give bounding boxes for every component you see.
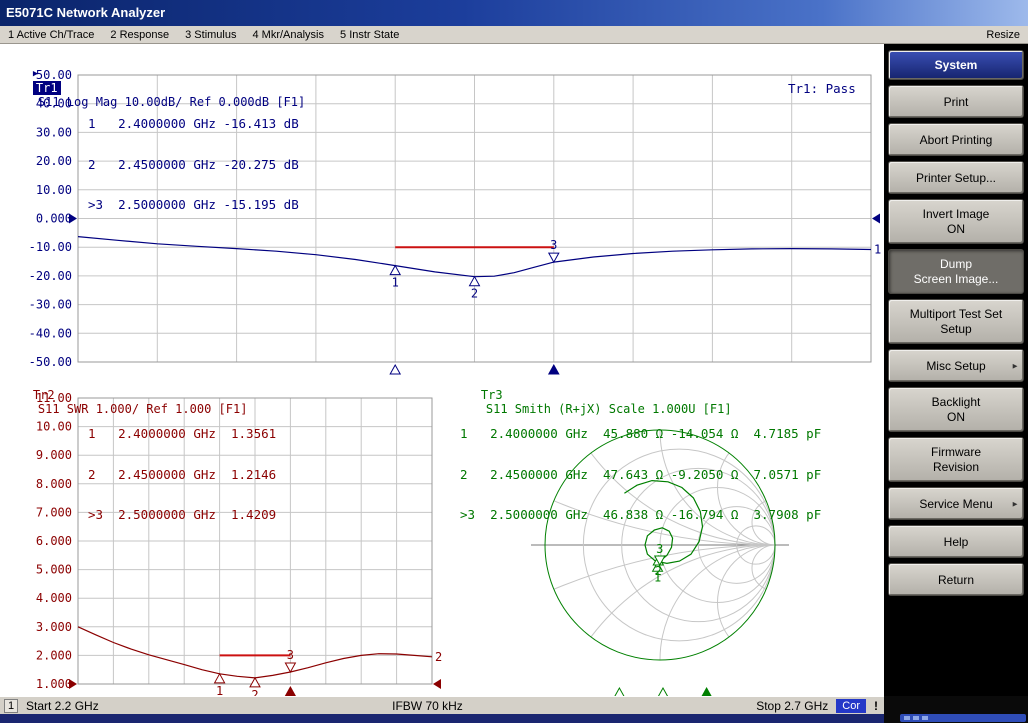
tr3-marker-line-2: 2 2.4500000 GHz 47.643 Ω -9.2050 Ω 7.057… <box>460 468 821 482</box>
softkey-service-menu[interactable]: Service Menu ► <box>888 487 1024 520</box>
stop-frequency: Stop 2.7 GHz <box>756 699 828 713</box>
tr2-stimulus-marker <box>285 687 295 696</box>
softkey-backlight[interactable]: Backlight ON <box>888 387 1024 432</box>
softkey-help[interactable]: Help <box>888 525 1024 558</box>
tr1-ytick: 30.00 <box>36 125 72 139</box>
menu-item-response[interactable]: 2 Response <box>110 29 169 41</box>
tr1-ytick: -50.00 <box>29 355 72 369</box>
invert-image-state: ON <box>947 222 965 236</box>
softkey-print[interactable]: Print <box>888 85 1024 118</box>
tr1-marker-line-1: 1 2.4000000 GHz -16.413 dB <box>88 117 299 131</box>
softkey-return[interactable]: Return <box>888 563 1024 596</box>
tr3-marker-line-3: >3 2.5000000 GHz 46.838 Ω -16.794 Ω 3.79… <box>460 508 821 522</box>
softkey-abort-printing[interactable]: Abort Printing <box>888 123 1024 156</box>
tr1-marker-line-2: 2 2.4500000 GHz -20.275 dB <box>88 158 299 172</box>
tr2-trace-number: 2 <box>435 650 442 664</box>
tr1-marker-readout: 1 2.4000000 GHz -16.413 dB 2 2.4500000 G… <box>88 90 299 239</box>
tr1-ytick: 10.00 <box>36 183 72 197</box>
tr1-chip[interactable]: Tr1 <box>33 81 61 95</box>
tr2-ref-arrow-right <box>433 679 441 689</box>
tr1-marker-2[interactable] <box>470 277 480 286</box>
menu-item-active-ch-trace[interactable]: 1 Active Ch/Trace <box>8 29 94 41</box>
tr2-ytick: 1.000 <box>36 677 72 691</box>
tr2-ytick: 9.000 <box>36 448 72 462</box>
tr1-ytick: 0.000 <box>36 212 72 226</box>
tr3-stimulus-marker <box>614 688 624 696</box>
tr3-stimulus-marker <box>702 688 712 696</box>
softkey-firmware-revision[interactable]: Firmware Revision <box>888 437 1024 482</box>
tr2-ref-arrow-left <box>69 679 77 689</box>
channel-indicator: 1 <box>4 699 18 713</box>
tr2-marker-label: 1 <box>216 684 223 696</box>
tr2-ytick: 8.000 <box>36 477 72 491</box>
tr2-ytick: 7.000 <box>36 505 72 519</box>
tr2-marker-label: 2 <box>251 688 258 696</box>
tr1-ytick: 20.00 <box>36 154 72 168</box>
softkey-dump-screen-image[interactable]: Dump Screen Image... <box>888 249 1024 294</box>
tr2-ytick: 5.000 <box>36 563 72 577</box>
tr2-marker-2[interactable] <box>250 678 260 687</box>
tr1-marker-line-3: >3 2.5000000 GHz -15.195 dB <box>88 198 299 212</box>
ifbw-readout: IFBW 70 kHz <box>107 699 749 713</box>
tr3-marker-label: 2 <box>655 564 662 578</box>
tr1-marker-label: 1 <box>392 276 399 290</box>
tr3-marker-readout: 1 2.4000000 GHz 45.880 Ω -14.054 Ω 4.718… <box>460 400 821 549</box>
tr2-ytick: 4.000 <box>36 591 72 605</box>
backlight-state: ON <box>947 410 965 424</box>
softkey-invert-image[interactable]: Invert Image ON <box>888 199 1024 244</box>
tr2-marker-line-3: >3 2.5000000 GHz 1.4209 <box>88 508 276 522</box>
softkey-misc-setup[interactable]: Misc Setup ► <box>888 349 1024 382</box>
taskbar-fragment <box>900 714 1026 722</box>
plot-region: 50.0040.0030.0020.0010.000.000-10.00-20.… <box>0 44 884 696</box>
tr2-chip[interactable]: Tr2 <box>33 388 55 402</box>
softkey-printer-setup[interactable]: Printer Setup... <box>888 161 1024 194</box>
tr2-marker-line-2: 2 2.4500000 GHz 1.2146 <box>88 468 276 482</box>
menu-item-mkr-analysis[interactable]: 4 Mkr/Analysis <box>252 29 324 41</box>
warning-indicator: ! <box>874 699 880 713</box>
tr1-ref-arrow-right <box>872 214 880 224</box>
tr1-ref-arrow-left <box>69 214 77 224</box>
submenu-arrow-icon: ► <box>1011 361 1019 370</box>
tr1-marker-3[interactable] <box>549 253 559 262</box>
submenu-arrow-icon: ► <box>1011 499 1019 508</box>
status-corner <box>884 696 1028 723</box>
tr1-trace-number: 1 <box>874 242 881 256</box>
resize-button[interactable]: Resize <box>986 29 1020 41</box>
tr2-ytick: 2.000 <box>36 648 72 662</box>
menu-bar: 1 Active Ch/Trace 2 Response 3 Stimulus … <box>0 26 1028 44</box>
tr1-pass-label: Tr1: Pass <box>788 82 856 96</box>
tr2-marker-readout: 1 2.4000000 GHz 1.3561 2 2.4500000 GHz 1… <box>88 400 276 549</box>
tr3-marker-line-1: 1 2.4000000 GHz 45.880 Ω -14.054 Ω 4.718… <box>460 427 821 441</box>
tr1-stimulus-marker <box>390 365 400 374</box>
active-trace-arrow-icon: ▶ <box>33 69 38 79</box>
tr1-marker-label: 3 <box>550 238 557 252</box>
tr1-marker-1[interactable] <box>390 266 400 275</box>
tr2-ytick: 3.000 <box>36 620 72 634</box>
menu-item-instr-state[interactable]: 5 Instr State <box>340 29 399 41</box>
tr3-stimulus-marker <box>658 688 668 696</box>
tr2-ytick: 6.000 <box>36 534 72 548</box>
status-bar: 1 Start 2.2 GHz IFBW 70 kHz Stop 2.7 GHz… <box>0 696 884 714</box>
tr2-marker-1[interactable] <box>215 674 225 683</box>
tr1-ytick: -20.00 <box>29 269 72 283</box>
correction-badge: Cor <box>836 699 866 713</box>
softkey-system[interactable]: System <box>888 50 1024 80</box>
softkey-panel: System Print Abort Printing Printer Setu… <box>884 44 1028 696</box>
tr1-ytick: -30.00 <box>29 298 72 312</box>
menu-item-stimulus[interactable]: 3 Stimulus <box>185 29 236 41</box>
start-frequency: Start 2.2 GHz <box>26 699 99 713</box>
title-bar: E5071C Network Analyzer <box>0 0 1028 26</box>
tr1-ytick: -10.00 <box>29 240 72 254</box>
tr2-marker-line-1: 1 2.4000000 GHz 1.3561 <box>88 427 276 441</box>
tr1-stimulus-marker <box>549 365 559 374</box>
tr2-marker-label: 3 <box>287 648 294 662</box>
taskbar-strip <box>0 714 884 723</box>
tr1-marker-label: 2 <box>471 287 478 301</box>
tr1-ytick: -40.00 <box>29 326 72 340</box>
softkey-multiport-test-set-setup[interactable]: Multiport Test Set Setup <box>888 299 1024 344</box>
window-title: E5071C Network Analyzer <box>6 5 165 20</box>
